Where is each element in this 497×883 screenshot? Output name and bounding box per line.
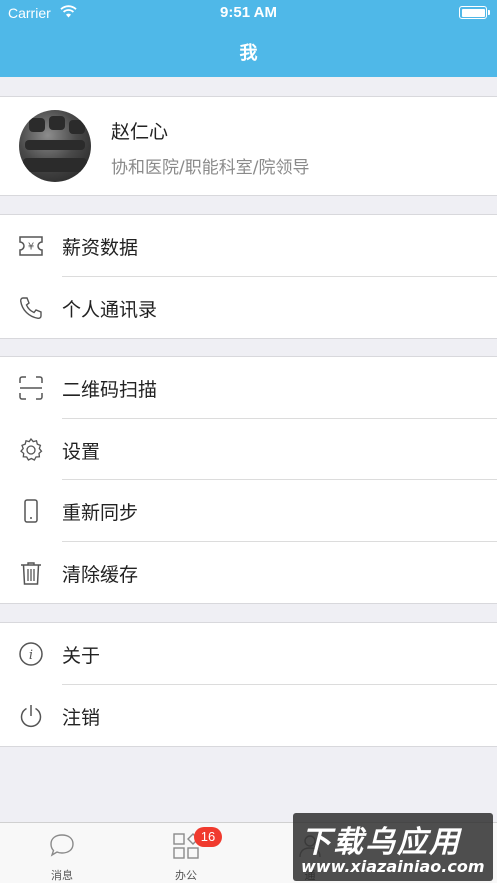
salary-ticket-icon: ¥ xyxy=(19,236,43,256)
menu-item-label: 重新同步 xyxy=(62,502,139,524)
svg-text:¥: ¥ xyxy=(28,242,34,253)
watermark-title: 下载乌应用 xyxy=(301,825,461,860)
menu-item-contacts[interactable]: 个人通讯录 xyxy=(0,277,497,339)
menu-item-label: 关于 xyxy=(62,645,101,667)
mobile-icon xyxy=(24,499,38,523)
menu-item-settings[interactable]: 设置 xyxy=(0,419,497,480)
menu-item-qr-scan[interactable]: 二维码扫描 xyxy=(0,357,497,419)
menu-item-label: 个人通讯录 xyxy=(62,298,158,321)
clock: 9:51 AM xyxy=(220,4,277,21)
menu-item-salary[interactable]: ¥ 薪资数据 xyxy=(0,215,497,277)
tab-office[interactable]: 16 办公 xyxy=(124,823,248,883)
menu-item-clear-cache[interactable]: 清除缓存 xyxy=(0,542,497,604)
menu-item-label: 清除缓存 xyxy=(62,563,139,586)
trash-icon xyxy=(21,561,41,585)
unread-badge: 16 xyxy=(194,827,222,847)
menu-item-logout[interactable]: 注销 xyxy=(0,685,497,747)
watermark-logo: 下载乌应用 www.xiazainiao.com xyxy=(293,813,493,881)
nav-bar: Carrier 9:51 AM 我 xyxy=(0,0,497,77)
gear-icon xyxy=(20,437,43,461)
info-icon: i xyxy=(19,642,43,666)
menu-item-about[interactable]: i 关于 xyxy=(0,623,497,685)
power-icon xyxy=(20,704,42,727)
user-org: 协和医院/职能科室/院领导 xyxy=(111,158,310,178)
menu-item-label: 薪资数据 xyxy=(62,237,139,259)
menu-group-2: 二维码扫描 设置 重新同步 清除缓存 xyxy=(0,356,497,604)
scan-icon xyxy=(19,376,43,400)
tab-label: 消息 xyxy=(51,869,73,882)
menu-item-label: 二维码扫描 xyxy=(62,379,158,401)
status-bar: Carrier 9:51 AM xyxy=(0,0,497,26)
menu-item-label: 注销 xyxy=(62,706,101,729)
svg-text:i: i xyxy=(29,648,33,663)
menu-group-3: i 关于 注销 xyxy=(0,622,497,747)
page-title: 我 xyxy=(239,43,258,64)
menu-item-resync[interactable]: 重新同步 xyxy=(0,480,497,542)
tab-messages[interactable]: 消息 xyxy=(0,823,124,883)
tab-label: 办公 xyxy=(175,869,197,882)
menu-group-1: ¥ 薪资数据 个人通讯录 xyxy=(0,214,497,339)
chat-bubble-icon xyxy=(50,834,74,857)
phone-icon xyxy=(19,296,42,319)
profile-card[interactable]: 赵仁心 协和医院/职能科室/院领导 xyxy=(0,96,497,196)
menu-item-label: 设置 xyxy=(62,440,101,463)
user-name: 赵仁心 xyxy=(111,121,169,143)
battery-icon xyxy=(459,6,490,19)
watermark-url: www.xiazainiao.com xyxy=(301,857,485,876)
avatar[interactable] xyxy=(19,110,91,182)
